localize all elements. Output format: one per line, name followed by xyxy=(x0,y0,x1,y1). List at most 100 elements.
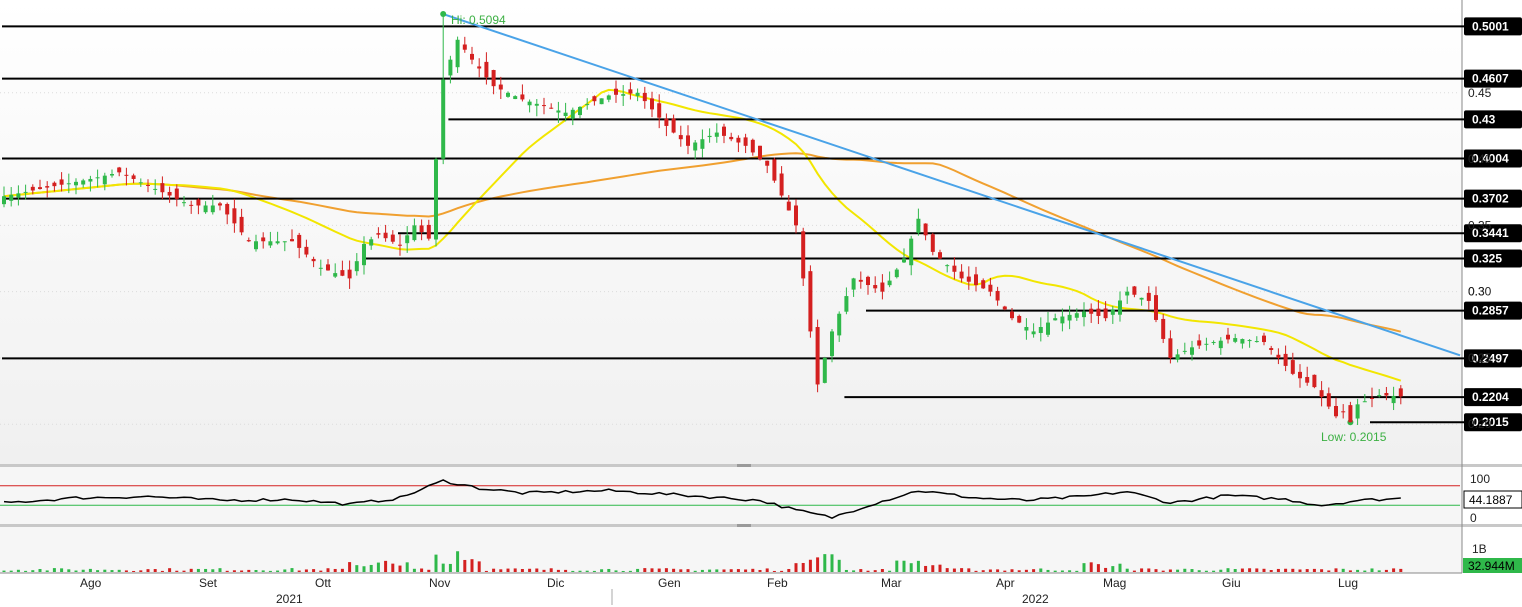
panel-divider-grip-2[interactable] xyxy=(737,524,751,527)
candle-body xyxy=(671,118,676,133)
candle-body xyxy=(549,107,554,109)
volume-bar xyxy=(110,570,114,572)
candle-body xyxy=(693,142,698,151)
panel-divider-2[interactable] xyxy=(0,524,1522,527)
volume-bar xyxy=(52,568,56,572)
candle-body xyxy=(794,205,798,226)
candle-body xyxy=(1326,393,1331,407)
volume-bar xyxy=(1104,567,1108,572)
volume-bar xyxy=(1219,569,1223,572)
volume-bar xyxy=(765,568,769,572)
volume-bar xyxy=(182,570,186,572)
candle-body xyxy=(131,175,136,179)
volume-bar xyxy=(132,570,136,572)
volume-bar xyxy=(1003,570,1007,572)
volume-bar xyxy=(758,569,762,572)
volume-bar xyxy=(592,570,596,572)
candle-body xyxy=(74,181,78,186)
candle-body xyxy=(23,191,28,193)
candle-body xyxy=(30,186,35,191)
volume-bar xyxy=(823,554,827,572)
candle-body xyxy=(45,186,50,188)
volume-bar xyxy=(24,570,28,572)
candle-body xyxy=(599,98,604,105)
candle-body xyxy=(297,234,302,248)
volume-bar xyxy=(204,568,208,572)
volume-bar xyxy=(319,570,323,572)
volume-bar xyxy=(679,569,683,572)
panel-divider-1[interactable] xyxy=(0,464,1522,467)
volume-bar xyxy=(938,564,942,572)
volume-bar xyxy=(312,569,316,572)
volume-bar xyxy=(556,569,560,572)
volume-bar xyxy=(513,568,517,572)
level-tag-label: 0.2204 xyxy=(1472,390,1509,404)
volume-bar xyxy=(1356,569,1360,572)
volume-bar xyxy=(412,568,416,572)
candle-body xyxy=(822,357,827,383)
volume-bar xyxy=(664,568,668,572)
volume-bar xyxy=(333,568,337,572)
candle-body xyxy=(1370,397,1374,399)
volume-bar xyxy=(967,568,971,572)
volume-bar xyxy=(1284,568,1288,572)
panel-divider-grip-1[interactable] xyxy=(737,464,751,467)
volume-bar xyxy=(45,570,49,572)
volume-bar xyxy=(254,570,258,572)
volume-bar xyxy=(1262,568,1266,572)
candle-body xyxy=(1218,340,1223,349)
volume-bar xyxy=(1197,570,1201,572)
volume-bar xyxy=(117,569,121,572)
volume-bar xyxy=(88,568,92,572)
candle-body xyxy=(880,282,885,292)
volume-bar xyxy=(585,570,589,572)
volume-bar xyxy=(1370,568,1374,572)
volume-bar xyxy=(340,568,344,572)
candle-body xyxy=(203,205,208,213)
volume-bar xyxy=(74,570,78,572)
month-label: Apr xyxy=(996,576,1015,590)
candle-body xyxy=(1002,306,1007,310)
candle-body xyxy=(902,258,906,263)
candle-body xyxy=(311,258,316,262)
candle-body xyxy=(534,103,539,106)
volume-bar xyxy=(636,568,640,572)
candle-body xyxy=(174,188,179,199)
candle-body xyxy=(686,135,690,146)
volume-bar xyxy=(1341,568,1345,572)
volume-bar xyxy=(1399,568,1403,572)
rsi-last-tag: 44.1887 xyxy=(1469,493,1513,507)
volume-bar xyxy=(1010,569,1014,572)
candle-body xyxy=(1298,371,1302,379)
candle-body xyxy=(484,61,489,78)
volume-bar xyxy=(880,569,884,572)
candle-body xyxy=(160,183,165,193)
volume-bar xyxy=(528,568,532,572)
volume-bar xyxy=(189,568,193,572)
candle-body xyxy=(419,225,424,232)
volume-bar xyxy=(232,570,236,572)
candle-body xyxy=(1254,341,1259,343)
candle-body xyxy=(354,261,359,272)
volume-bar xyxy=(1075,570,1079,572)
volume-bar xyxy=(1017,570,1021,572)
candle-body xyxy=(628,89,633,94)
volume-bar xyxy=(643,568,647,572)
volume-bar xyxy=(1161,570,1165,572)
volume-bar xyxy=(1082,563,1086,572)
candle-body xyxy=(916,218,921,233)
candle-body xyxy=(506,92,510,97)
candle-body xyxy=(268,241,273,246)
candle-body xyxy=(1139,297,1144,300)
candle-body xyxy=(16,193,21,198)
volume-bar xyxy=(549,568,553,572)
chart-canvas: 0.50010.46070.430.40040.37020.34410.3250… xyxy=(0,0,1522,607)
volume-bar xyxy=(1140,568,1144,572)
candle-body xyxy=(1046,322,1050,335)
month-label: Mag xyxy=(1103,576,1126,590)
volume-bar xyxy=(909,563,913,572)
rsi-tick-100: 100 xyxy=(1470,472,1490,486)
candle-body xyxy=(765,160,770,166)
volume-last-tag: 32.944M xyxy=(1468,559,1515,573)
candle-body xyxy=(887,280,892,286)
